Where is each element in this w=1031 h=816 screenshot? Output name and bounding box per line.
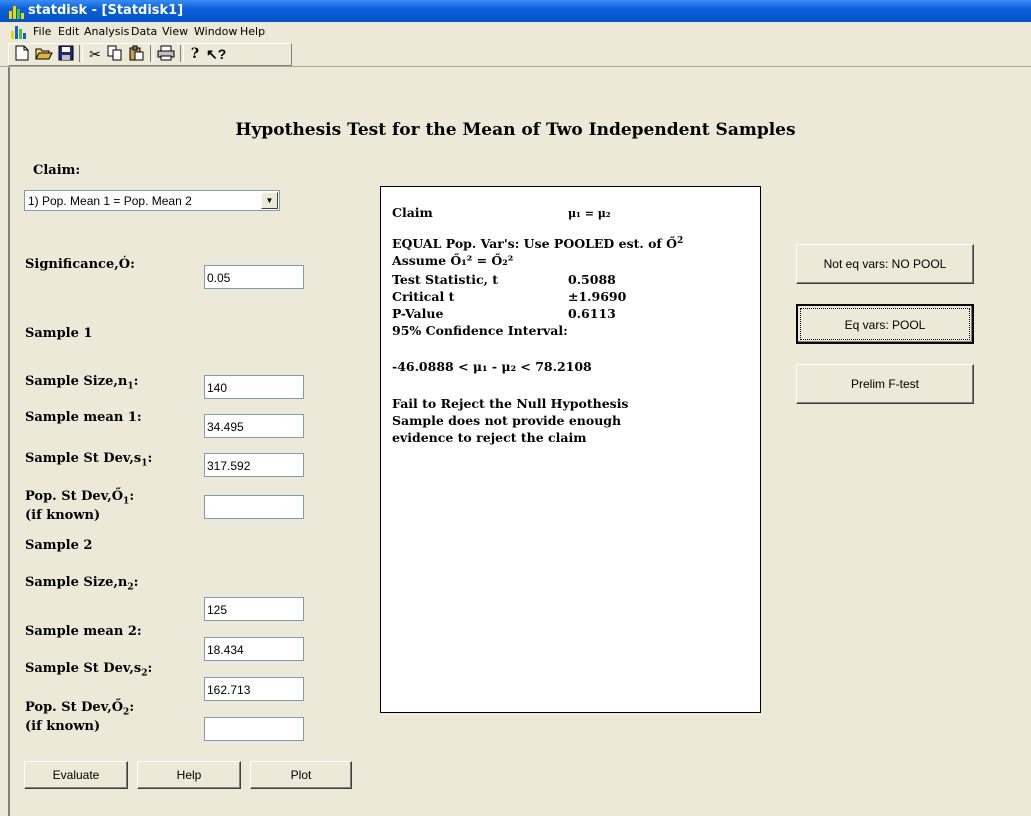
sample2-size-input[interactable]: 125 [204,597,304,621]
result-conclusion-line-2: Sample does not provide enough [392,413,622,428]
menu-help[interactable]: Help [240,25,265,38]
result-test-statistic-label: Test Statistic, t [392,272,499,287]
eq-vars-pool-button[interactable]: Eq vars: POOL [796,304,974,344]
prelim-f-test-button[interactable]: Prelim F-test [796,364,974,404]
menu-analysis[interactable]: Analysis [84,25,129,38]
open-icon[interactable] [35,45,53,63]
cut-icon[interactable]: ✂ [86,45,104,63]
result-p-value-value: 0.6113 [568,306,616,321]
sample2-size-label-text: Sample Size,n [25,575,128,590]
menu-data[interactable]: Data [131,25,157,38]
menu-view[interactable]: View [162,25,188,38]
sample1-sd-colon: : [147,451,153,466]
sample1-mean-label: Sample mean 1: [25,410,142,425]
help-icon[interactable]: ? [186,45,204,63]
sample1-mean-input[interactable]: 34.495 [204,414,304,438]
save-icon[interactable] [57,45,75,63]
result-confidence-interval-label: 95% Confidence Interval: [392,323,568,338]
help-button[interactable]: Help [137,761,241,789]
result-conclusion-line-1: Fail to Reject the Null Hypothesis [392,396,629,411]
sample1-sd-label: Sample St Dev,s1: [25,451,152,469]
result-equal-vars-text: EQUAL Pop. Var's: Use POOLED est. of Ő [392,236,678,252]
result-test-statistic-value: 0.5088 [568,272,616,287]
plot-button[interactable]: Plot [250,761,352,789]
copy-icon[interactable] [106,45,124,63]
significance-label: Significance,Ó: [25,257,135,272]
result-equal-vars-superscript: 2 [677,236,684,246]
menu-bar: File Edit Analysis Data View Window Help [0,22,1031,42]
claim-selected-value: 1) Pop. Mean 1 = Pop. Mean 2 [28,194,192,208]
sample1-pop-sd-label-text: Pop. St Dev,Ő [25,489,124,504]
toolbar: ✂ ? ↖? [0,42,1031,67]
result-claim-value: μ₁ = μ₂ [568,207,611,220]
sample2-pop-sd-label-text: Pop. St Dev,Ő [25,700,124,715]
sample1-sd-input[interactable]: 317.592 [204,453,304,477]
menu-edit[interactable]: Edit [58,25,79,38]
sample1-size-input[interactable]: 140 [204,375,304,399]
menu-file[interactable]: File [33,25,51,38]
result-confidence-interval-value: -46.0888 < μ₁ - μ₂ < 78.2108 [392,359,592,374]
sample2-mean-input[interactable]: 18.434 [204,637,304,661]
toolbar-separator [180,45,184,62]
window-title: statdisk - [Statdisk1] [28,3,184,18]
result-assume-line: Assume Ő₁² = Ő₂² [392,253,514,268]
paste-icon[interactable] [127,45,145,63]
claim-label: Claim: [33,163,81,178]
context-help-icon[interactable]: ↖? [206,45,226,63]
sample1-size-colon: : [133,374,139,389]
significance-input[interactable]: 0.05 [204,265,304,289]
statdisk-app-icon [8,4,24,19]
new-icon[interactable] [13,45,31,63]
result-equal-vars-line: EQUAL Pop. Var's: Use POOLED est. of Ő2 [392,236,683,251]
sample1-size-label-text: Sample Size,n [25,374,128,389]
title-bar: statdisk - [Statdisk1] [0,0,1031,22]
sample1-size-label: Sample Size,n1: [25,374,138,392]
sample2-sd-label-text: Sample St Dev,s [25,661,142,676]
sample1-sd-label-text: Sample St Dev,s [25,451,142,466]
not-eq-vars-no-pool-button[interactable]: Not eq vars: NO POOL [796,244,974,284]
result-claim-label: Claim [392,205,433,220]
sample2-sd-input[interactable]: 162.713 [204,677,304,701]
print-icon[interactable] [157,45,175,63]
result-critical-t-label: Critical t [392,289,455,304]
form-heading: Hypothesis Test for the Mean of Two Inde… [235,120,796,140]
sample2-pop-sd-label: Pop. St Dev,Ő2: [25,700,134,718]
sample2-pop-sd-note: (if known) [25,719,101,734]
sample2-sd-colon: : [147,661,153,676]
sample2-size-colon: : [133,575,139,590]
sample2-mean-label: Sample mean 2: [25,624,142,639]
toolbar-separator [79,45,83,62]
document-icon[interactable] [10,24,26,39]
menu-window[interactable]: Window [194,25,237,38]
result-p-value-label: P-Value [392,306,444,321]
toolbar-separator [150,45,154,62]
sample1-pop-sd-colon: : [129,489,135,504]
results-panel: Claim μ₁ = μ₂ EQUAL Pop. Var's: Use POOL… [380,186,761,713]
claim-dropdown[interactable]: 1) Pop. Mean 1 = Pop. Mean 2 ▼ [24,190,280,211]
sample1-pop-sd-note: (if known) [25,508,101,523]
chevron-down-icon[interactable]: ▼ [261,192,278,209]
result-conclusion-line-3: evidence to reject the claim [392,430,587,445]
sample2-header: Sample 2 [25,538,93,553]
evaluate-button[interactable]: Evaluate [24,761,128,789]
sample2-sd-label: Sample St Dev,s2: [25,661,152,679]
sample1-pop-sd-input[interactable] [204,495,304,519]
sample2-size-label: Sample Size,n2: [25,575,138,593]
sample1-header: Sample 1 [25,326,93,341]
sample2-pop-sd-colon: : [129,700,135,715]
sample1-pop-sd-label: Pop. St Dev,Ő1: [25,489,134,507]
sample2-pop-sd-input[interactable] [204,717,304,741]
result-critical-t-value: ±1.9690 [568,289,627,304]
